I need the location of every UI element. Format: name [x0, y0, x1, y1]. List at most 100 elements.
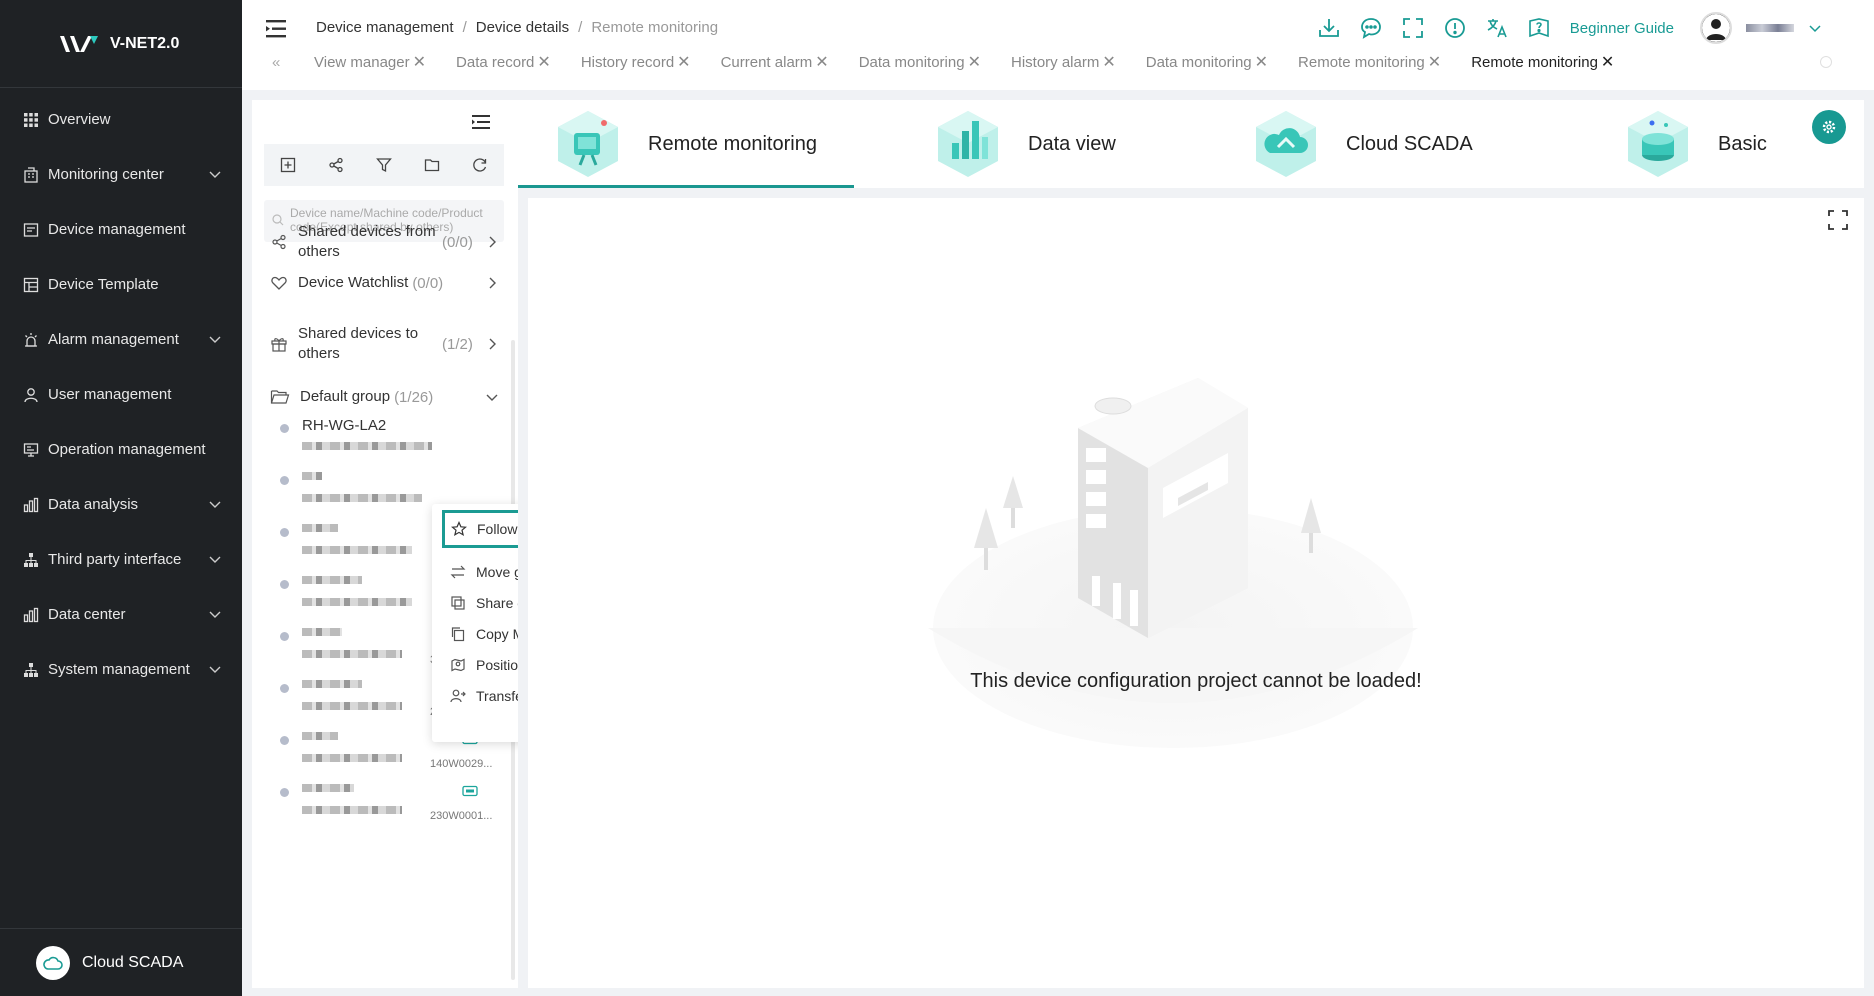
sidebar-item-device-management[interactable]: Device management [0, 202, 242, 257]
close-icon[interactable]: ✕ [1601, 52, 1614, 72]
device-name-redacted [302, 784, 354, 792]
fullscreen-icon[interactable] [1400, 15, 1426, 41]
close-icon[interactable]: ✕ [537, 52, 550, 72]
menu-toggle-icon[interactable] [266, 18, 290, 40]
sidebar-item-overview[interactable]: Overview [0, 92, 242, 147]
chevron-down-icon[interactable] [1808, 21, 1822, 35]
close-icon[interactable]: ✕ [1255, 52, 1268, 72]
function-tab-cloud-scada[interactable]: Cloud SCADA [1254, 100, 1473, 188]
star-icon [451, 521, 467, 537]
refresh-icon[interactable] [470, 155, 490, 175]
page-tab[interactable]: History alarm ✕ [1011, 52, 1116, 72]
device-name-redacted [302, 524, 338, 532]
empty-state-message: This device configuration project cannot… [970, 670, 1422, 692]
close-icon[interactable]: ✕ [968, 52, 981, 72]
remote-monitoring-icon [558, 111, 618, 177]
close-icon[interactable]: ✕ [677, 52, 690, 72]
cloud-scada-footer[interactable]: Cloud SCADA [0, 928, 242, 996]
info-icon[interactable] [1442, 15, 1468, 41]
function-tab-remote-monitoring[interactable]: Remote monitoring [556, 100, 817, 188]
share-device-icon [450, 595, 466, 611]
page-tab[interactable]: Current alarm ✕ [721, 52, 829, 72]
page-tab[interactable]: Remote monitoring ✕ [1298, 52, 1441, 72]
function-tab-basic[interactable]: Basic [1626, 100, 1767, 188]
folder-icon[interactable] [422, 155, 442, 175]
group-device-watchlist[interactable]: Device Watchlist (0/0) [270, 268, 506, 298]
page-tab[interactable]: History record ✕ [581, 52, 691, 72]
monitoring-canvas: This device configuration project cannot… [528, 198, 1864, 988]
page-tab[interactable]: Remote monitoring ✕ [1471, 52, 1614, 72]
hierarchy-icon [22, 661, 40, 679]
group-count: (1/26) [394, 388, 434, 406]
heart-icon [271, 276, 287, 290]
page-tab-label: View manager [314, 53, 410, 71]
close-icon[interactable]: ✕ [815, 52, 828, 72]
page-tab-label: History record [580, 53, 675, 71]
page-tab[interactable]: Data monitoring ✕ [1146, 52, 1268, 72]
function-tab-data-view[interactable]: Data view [936, 100, 1116, 188]
beginner-guide-link[interactable]: Beginner Guide [1570, 20, 1674, 37]
page-tab-label: Data monitoring [858, 53, 965, 71]
device-icon [22, 221, 40, 239]
group-count: (1/2) [442, 335, 473, 353]
sidebar-item-label: Overview [48, 111, 111, 128]
breadcrumb-separator: / [578, 19, 583, 36]
logo[interactable]: V-NET2.0 [0, 0, 242, 88]
device-code-redacted [302, 806, 402, 814]
sidebar-item-user-management[interactable]: User management [0, 367, 242, 422]
close-icon[interactable]: ✕ [1102, 52, 1115, 72]
device-list-item[interactable]: 230W0001... [280, 784, 492, 824]
sidebar-item-alarm-management[interactable]: Alarm management [0, 312, 242, 367]
close-icon[interactable]: ✕ [413, 52, 426, 72]
share-icon[interactable] [326, 155, 346, 175]
username-redacted[interactable] [1746, 24, 1794, 32]
sidebar-item-monitoring-center[interactable]: Monitoring center [0, 147, 242, 202]
page-tab[interactable]: View manager ✕ [314, 52, 426, 72]
group-label: Device Watchlist [298, 274, 409, 291]
page-tab[interactable]: Data monitoring ✕ [859, 52, 981, 72]
device-status-dot [280, 528, 289, 537]
filter-icon[interactable] [374, 155, 394, 175]
chevron-down-icon [208, 607, 222, 621]
chat-icon[interactable] [1358, 15, 1384, 41]
device-name-redacted [302, 576, 362, 584]
translate-icon[interactable] [1484, 15, 1510, 41]
group-shared-from-others[interactable]: Shared devices from others (0/0) [270, 220, 506, 264]
sidebar: V-NET2.0 Overview Monitoring center Device… [0, 0, 242, 996]
sidebar-item-third-party-interface[interactable]: Third party interface [0, 532, 242, 587]
basic-info-icon [1628, 111, 1688, 177]
map-pin-icon [450, 657, 466, 673]
function-tab-label: Remote monitoring [648, 132, 817, 155]
page-tab[interactable]: Data record ✕ [456, 52, 551, 72]
sidebar-item-device-template[interactable]: Device Template [0, 257, 242, 312]
settings-gear-button[interactable] [1812, 110, 1846, 144]
close-icon[interactable]: ✕ [1428, 52, 1441, 72]
cloud-scada-label: Cloud SCADA [82, 953, 184, 971]
group-shared-to-others[interactable]: Shared devices to others (1/2) [270, 322, 506, 366]
tabs-scroll-right-icon[interactable] [1820, 56, 1832, 68]
help-book-icon[interactable] [1526, 15, 1552, 41]
device-code-redacted [302, 754, 402, 762]
breadcrumb-device-details[interactable]: Device details [476, 19, 569, 36]
sidebar-item-operation-management[interactable]: Operation management [0, 422, 242, 477]
panel-collapse-icon[interactable] [472, 114, 492, 130]
device-status-dot [280, 424, 289, 433]
add-device-icon[interactable] [278, 155, 298, 175]
tabs-scroll-left-icon[interactable]: « [272, 54, 286, 71]
bar-chart-icon [22, 496, 40, 514]
operation-icon [22, 441, 40, 459]
group-default[interactable]: Default group (1/26) [270, 382, 506, 412]
expand-icon[interactable] [1826, 208, 1850, 232]
sidebar-item-data-center[interactable]: Data center [0, 587, 242, 642]
building-icon [22, 166, 40, 184]
chevron-down-icon [208, 167, 222, 181]
device-status-dot [280, 736, 289, 745]
group-label: Shared devices from others [298, 223, 436, 260]
sidebar-item-system-management[interactable]: System management [0, 642, 242, 697]
download-icon[interactable] [1316, 15, 1342, 41]
sidebar-item-data-analysis[interactable]: Data analysis [0, 477, 242, 532]
breadcrumb-device-management[interactable]: Device management [316, 19, 454, 36]
group-count: (0/0) [442, 233, 473, 251]
device-list-item[interactable]: RH-WG-LA2 [280, 417, 480, 460]
avatar[interactable] [1700, 12, 1732, 44]
